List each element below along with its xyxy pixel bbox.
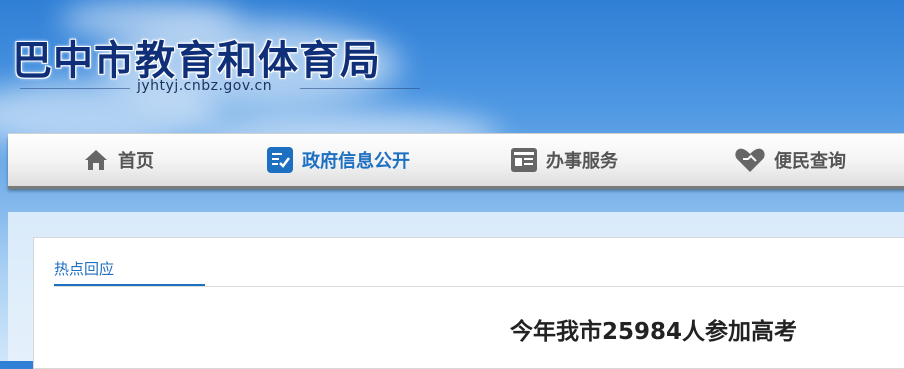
nav-item-gov-info[interactable]: 政府信息公开 — [266, 134, 410, 186]
divider — [54, 286, 904, 287]
nav-item-public-query[interactable]: 便民查询 — [734, 134, 846, 186]
nav-item-services[interactable]: 办事服务 — [510, 134, 618, 186]
site-domain: jyhtyj.cnbz.gov.cn — [137, 78, 273, 94]
divider — [20, 88, 130, 89]
main-nav: 首页 政府信息公开 办事服务 便民查询 — [8, 133, 904, 186]
nav-item-label: 办事服务 — [546, 151, 618, 172]
site-domain-row: jyhtyj.cnbz.gov.cn — [20, 78, 420, 98]
home-icon — [82, 146, 110, 174]
divider — [300, 88, 420, 89]
article-title: 今年我市25984人参加高考 — [510, 319, 798, 345]
nav-item-label: 政府信息公开 — [302, 151, 410, 172]
nav-item-label: 便民查询 — [774, 151, 846, 172]
article-panel: 热点回应 今年我市25984人参加高考 — [33, 237, 904, 369]
breadcrumb[interactable]: 热点回应 — [54, 258, 114, 279]
service-card-icon — [510, 146, 538, 174]
nav-item-home[interactable]: 首页 — [82, 134, 154, 186]
document-check-icon — [266, 146, 294, 174]
heart-handshake-icon — [734, 146, 766, 174]
nav-item-label: 首页 — [118, 151, 154, 172]
